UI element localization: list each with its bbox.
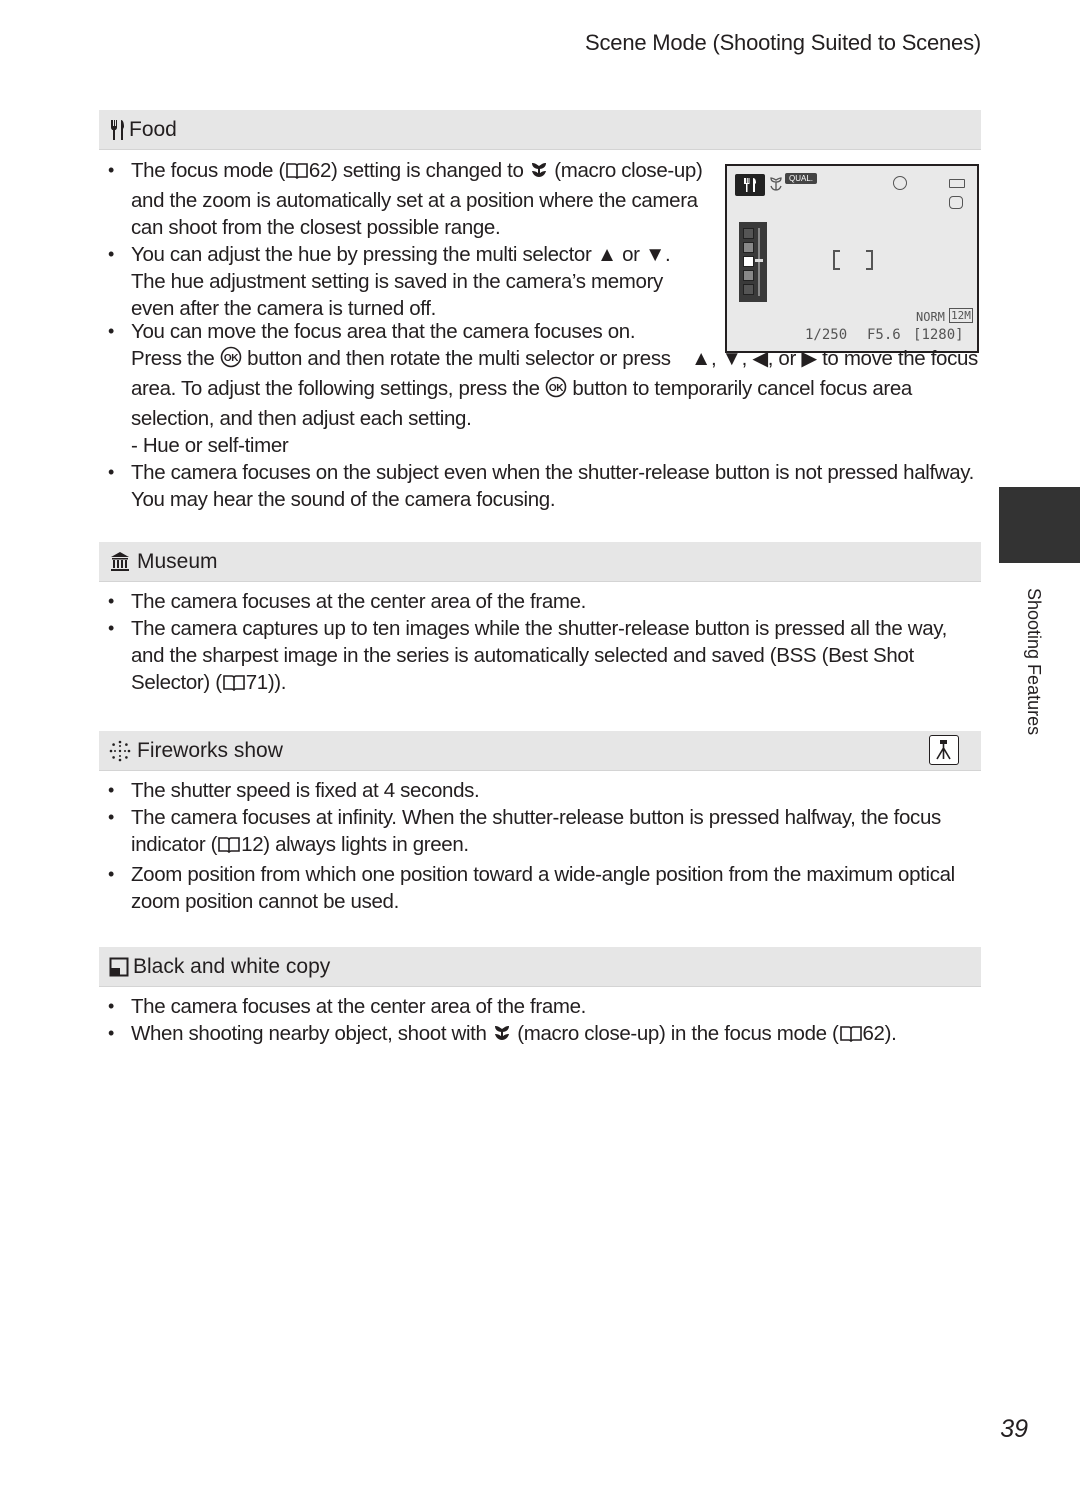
list-item: The shutter speed is fixed at 4 seconds. bbox=[108, 777, 980, 804]
hue-slider bbox=[739, 222, 767, 302]
list-item: You can adjust the hue by pressing the m… bbox=[108, 241, 706, 322]
macro-closeup-icon bbox=[492, 1023, 512, 1050]
book-reference-icon bbox=[222, 672, 245, 699]
food-text-narrow: The focus mode (62) setting is changed t… bbox=[108, 157, 706, 322]
section-title-fireworks: Fireworks show bbox=[137, 738, 283, 762]
down-arrow-icon: ▼ bbox=[721, 347, 742, 370]
battery-icon bbox=[949, 179, 965, 188]
food-text-wide: You can move the focus area that the cam… bbox=[108, 318, 980, 513]
book-reference-icon bbox=[286, 160, 308, 187]
section-header-food: Food bbox=[99, 110, 981, 150]
flash-icon bbox=[893, 176, 907, 190]
svg-text:OK: OK bbox=[224, 353, 239, 364]
macro-closeup-icon bbox=[529, 160, 549, 187]
left-arrow-icon: ◀ bbox=[752, 347, 768, 370]
section-title-food: Food bbox=[129, 117, 177, 141]
fireworks-icon bbox=[109, 740, 131, 762]
bw-copy-text: The camera focuses at the center area of… bbox=[108, 993, 980, 1050]
ok-button-icon: OK bbox=[220, 346, 242, 375]
list-item: The camera focuses on the subject even w… bbox=[108, 459, 980, 513]
tripod-icon bbox=[929, 735, 959, 765]
food-mode-icon bbox=[735, 174, 765, 196]
list-item: The camera captures up to ten images whi… bbox=[108, 615, 980, 699]
ok-button-icon: OK bbox=[545, 376, 567, 405]
focus-area-brackets bbox=[833, 250, 873, 270]
black-white-copy-icon bbox=[109, 957, 129, 977]
macro-icon bbox=[768, 176, 784, 199]
vibration-reduction-icon bbox=[949, 196, 963, 209]
section-title-bw-copy: Black and white copy bbox=[133, 954, 331, 978]
right-arrow-icon: ▶ bbox=[801, 347, 817, 370]
list-item: The camera focuses at the center area of… bbox=[108, 993, 980, 1020]
svg-text:OK: OK bbox=[549, 383, 564, 394]
page-header-title: Scene Mode (Shooting Suited to Scenes) bbox=[585, 30, 981, 55]
fireworks-text: The shutter speed is fixed at 4 seconds.… bbox=[108, 777, 980, 915]
chapter-tab-label: Shooting Features bbox=[1024, 588, 1044, 736]
list-item: When shooting nearby object, shoot with … bbox=[108, 1020, 980, 1050]
museum-text: The camera focuses at the center area of… bbox=[108, 588, 980, 699]
fork-knife-icon bbox=[109, 119, 127, 141]
section-header-bw-copy: Black and white copy bbox=[99, 947, 981, 987]
chapter-tab-marker bbox=[999, 487, 1080, 563]
up-arrow-icon: ▲ bbox=[596, 243, 617, 266]
book-reference-icon bbox=[839, 1023, 862, 1050]
qual-label: QUAL. bbox=[785, 173, 818, 184]
section-header-museum: Museum bbox=[99, 542, 981, 582]
list-item: The focus mode (62) setting is changed t… bbox=[108, 157, 706, 241]
up-arrow-icon: ▲ bbox=[691, 347, 711, 370]
museum-icon bbox=[109, 551, 131, 573]
down-arrow-icon: ▼ bbox=[645, 243, 665, 266]
section-header-fireworks: Fireworks show bbox=[99, 731, 981, 771]
sub-item: - Hue or self-timer bbox=[131, 434, 289, 457]
list-item: The camera focuses at the center area of… bbox=[108, 588, 980, 615]
list-item: The camera focuses at infinity. When the… bbox=[108, 804, 980, 861]
list-item: You can move the focus area that the cam… bbox=[108, 318, 980, 432]
section-title-museum: Museum bbox=[137, 549, 218, 573]
list-item: Zoom position from which one position to… bbox=[108, 861, 980, 915]
book-reference-icon bbox=[218, 834, 240, 861]
page-number: 39 bbox=[1000, 1415, 1028, 1443]
